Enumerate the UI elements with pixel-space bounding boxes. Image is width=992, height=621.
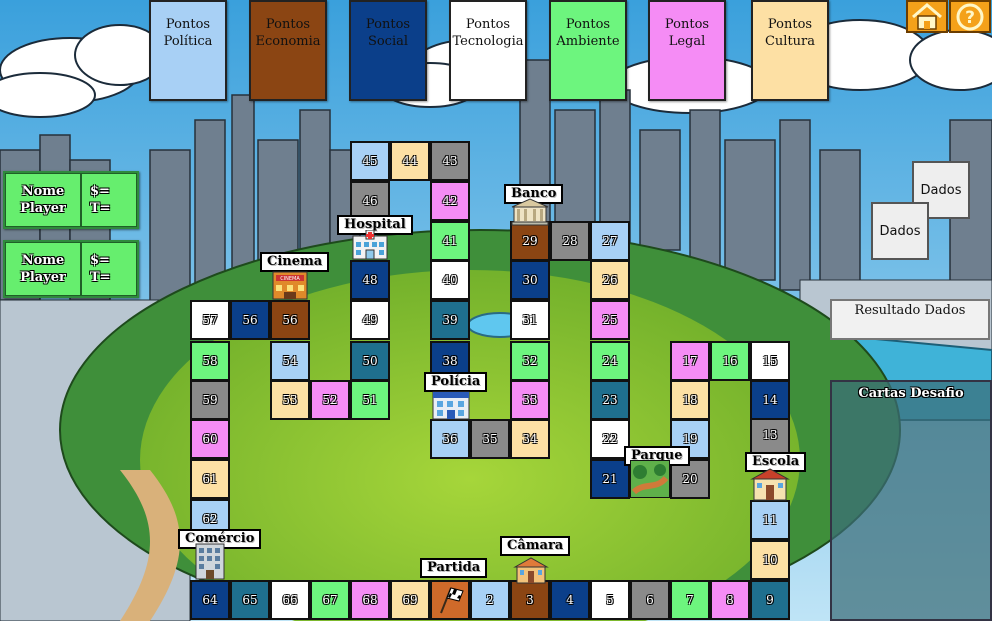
board-square[interactable]: 53 [270, 380, 310, 420]
help-button[interactable]: ? [949, 0, 991, 33]
board-square[interactable]: 32 [510, 341, 550, 381]
board-square[interactable]: 60 [190, 419, 230, 459]
points-economia-card[interactable]: Pontos Economia [249, 0, 327, 101]
player-stats: $= T= [81, 242, 137, 296]
board-square[interactable]: 59 [190, 380, 230, 420]
points-ambiente-card[interactable]: Pontos Ambiente [549, 0, 627, 101]
board-square[interactable]: 57 [190, 300, 230, 340]
place-label-camara: Câmara [500, 536, 571, 556]
board-square[interactable]: 9 [750, 580, 790, 620]
board-square[interactable]: 64 [190, 580, 230, 620]
place-label-cinema: Cinema [260, 252, 330, 272]
question-icon: ? [956, 3, 984, 30]
svg-text:?: ? [965, 8, 975, 28]
board-square[interactable]: 17 [670, 341, 710, 381]
shop-icon [195, 543, 225, 580]
board-square[interactable]: 28 [550, 221, 590, 261]
board-square[interactable]: 51 [350, 380, 390, 420]
board-square[interactable]: 44 [390, 141, 430, 181]
board-square[interactable]: 66 [270, 580, 310, 620]
board-square[interactable]: 52 [310, 380, 350, 420]
board-square[interactable]: 40 [430, 260, 470, 300]
board-square[interactable]: 54 [270, 341, 310, 381]
player-stats: $= T= [81, 173, 137, 227]
school-icon [750, 468, 790, 501]
board-square[interactable]: 50 [350, 341, 390, 381]
player-name: Nome Player [5, 242, 81, 296]
board-square[interactable]: 26 [590, 260, 630, 300]
board-square[interactable]: 41 [430, 221, 470, 261]
board-square[interactable]: 8 [710, 580, 750, 620]
cinema-square[interactable]: 56 [270, 300, 310, 340]
board-square[interactable]: 23 [590, 380, 630, 420]
die-1[interactable]: Dados [871, 202, 929, 260]
board-square[interactable]: 61 [190, 459, 230, 499]
home-button[interactable] [906, 0, 948, 33]
points-cultura-card[interactable]: Pontos Cultura [751, 0, 829, 101]
board-square[interactable]: 5 [590, 580, 630, 620]
board-square[interactable]: 27 [590, 221, 630, 261]
board-square[interactable]: 49 [350, 300, 390, 340]
board-square[interactable]: 35 [470, 419, 510, 459]
player-card-2[interactable]: Nome Player $= T= [3, 240, 139, 298]
house-icon [912, 2, 942, 30]
board-square[interactable]: 65 [230, 580, 270, 620]
board-square[interactable]: 6 [630, 580, 670, 620]
board-square[interactable]: 42 [430, 181, 470, 221]
board-square[interactable]: 43 [430, 141, 470, 181]
place-label-partida: Partida [420, 558, 488, 578]
board-square[interactable]: 33 [510, 380, 550, 420]
board-square[interactable]: 16 [710, 341, 750, 381]
police-icon [432, 391, 470, 420]
banco-square[interactable]: 29 [510, 221, 550, 261]
board-square[interactable]: 56 [230, 300, 270, 340]
board-square[interactable]: 68 [350, 580, 390, 620]
points-tecnologia-card[interactable]: Pontos Tecnologia [449, 0, 527, 101]
board-square[interactable]: 25 [590, 300, 630, 340]
city-hall-icon [513, 557, 549, 584]
board-square[interactable]: 45 [350, 141, 390, 181]
board-square[interactable]: 13 [750, 415, 790, 455]
board-square[interactable]: 2 [470, 580, 510, 620]
board-square[interactable]: 24 [590, 341, 630, 381]
hospital-icon [352, 230, 388, 260]
player-card-1[interactable]: Nome Player $= T= [3, 171, 139, 229]
board-square[interactable]: 10 [750, 540, 790, 580]
player-name: Nome Player [5, 173, 81, 227]
points-politica-card[interactable]: Pontos Política [149, 0, 227, 101]
board-square[interactable]: 11 [750, 500, 790, 540]
board-square[interactable]: 14 [750, 380, 790, 420]
camara-square[interactable]: 3 [510, 580, 550, 620]
board-square[interactable]: 48 [350, 260, 390, 300]
board-square[interactable]: 31 [510, 300, 550, 340]
challenge-cards-panel[interactable]: Cartas Desafio [830, 380, 992, 621]
start-square[interactable] [430, 580, 470, 620]
svg-text:CINEMA: CINEMA [280, 276, 300, 282]
challenge-title: Cartas Desafio [858, 386, 964, 401]
board-square[interactable]: 18 [670, 380, 710, 420]
board-square[interactable]: 7 [670, 580, 710, 620]
board-square[interactable]: 36 [430, 419, 470, 459]
board-square[interactable]: 69 [390, 580, 430, 620]
board-square[interactable]: 67 [310, 580, 350, 620]
park-icon [630, 460, 670, 498]
bank-icon [511, 198, 549, 226]
dice-result: Resultado Dados [830, 299, 990, 340]
board-square[interactable]: 58 [190, 341, 230, 381]
board-square[interactable]: 4 [550, 580, 590, 620]
board-square[interactable]: 34 [510, 419, 550, 459]
board-square[interactable]: 15 [750, 341, 790, 381]
cinema-icon: CINEMA [272, 271, 308, 300]
points-legal-card[interactable]: Pontos Legal [648, 0, 726, 101]
points-social-card[interactable]: Pontos Social [349, 0, 427, 101]
board-square[interactable]: 30 [510, 260, 550, 300]
board-square[interactable]: 39 [430, 300, 470, 340]
checkered-flag-icon [440, 587, 464, 614]
